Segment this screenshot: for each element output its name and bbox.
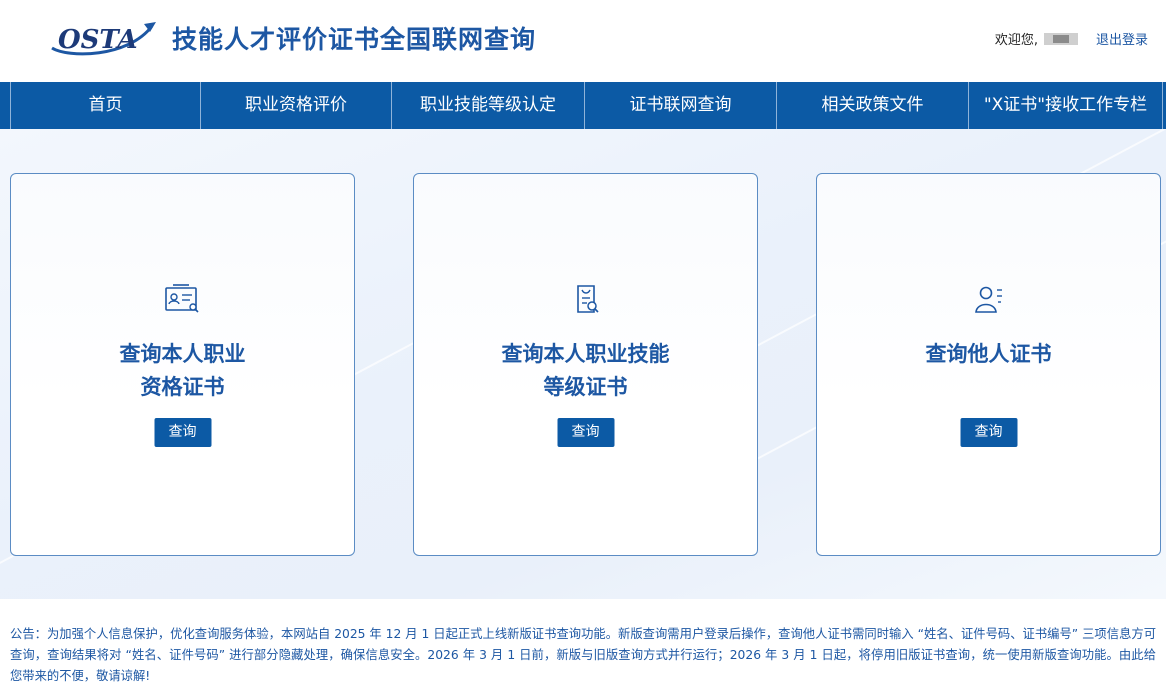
card-own-qualification: 查询本人职业 资格证书 查询 xyxy=(10,173,355,556)
query-button[interactable]: 查询 xyxy=(960,418,1017,447)
logout-link[interactable]: 退出登录 xyxy=(1096,29,1148,48)
nav-item-certificate-query[interactable]: 证书联网查询 xyxy=(585,82,777,129)
user-list-icon xyxy=(974,286,1002,313)
query-button[interactable]: 查询 xyxy=(557,418,614,447)
nav-item-vocational-qualification[interactable]: 职业资格评价 xyxy=(201,82,392,129)
query-button[interactable]: 查询 xyxy=(154,418,211,447)
page-title: 技能人才评价证书全国联网查询 xyxy=(172,25,537,54)
card-title: 查询他人证书 xyxy=(925,342,1052,366)
certificate-search-icon xyxy=(164,284,199,313)
announcement-text: 公告：为加强个人信息保护，优化查询服务体验，本网站自 2025 年 12 月 1… xyxy=(10,627,1156,683)
card-others-certificate: 查询他人证书 查询 xyxy=(816,173,1161,556)
nav-item-skill-level[interactable]: 职业技能等级认定 xyxy=(392,82,585,129)
nav-item-x-certificate[interactable]: "X证书"接收工作专栏 xyxy=(969,82,1163,129)
welcome-text: 欢迎您, xyxy=(994,33,1038,48)
card-own-skill-level: 查询本人职业技能 等级证书 查询 xyxy=(413,173,758,556)
nav-item-home[interactable]: 首页 xyxy=(10,82,201,129)
nav-item-policy-documents[interactable]: 相关政策文件 xyxy=(777,82,969,129)
main-nav: 首页 职业资格评价 职业技能等级认定 证书联网查询 相关政策文件 "X证书"接收… xyxy=(0,82,1166,129)
main-area: 查询本人职业 资格证书 查询 查询本人职业技能 等级证书 查询 查询他人证书 查… xyxy=(0,129,1166,599)
svg-text:OSTA: OSTA xyxy=(58,25,138,55)
document-search-icon xyxy=(576,285,599,313)
osta-logo: OSTA xyxy=(51,22,156,56)
card-title: 查询本人职业技能 等级证书 xyxy=(501,342,670,399)
header: OSTA 技能人才评价证书全国联网查询 欢迎您, 退出登录 xyxy=(0,0,1166,82)
user-area: 欢迎您, 退出登录 xyxy=(995,29,1148,48)
card-title: 查询本人职业 资格证书 xyxy=(119,342,246,399)
masked-username xyxy=(1043,32,1078,45)
